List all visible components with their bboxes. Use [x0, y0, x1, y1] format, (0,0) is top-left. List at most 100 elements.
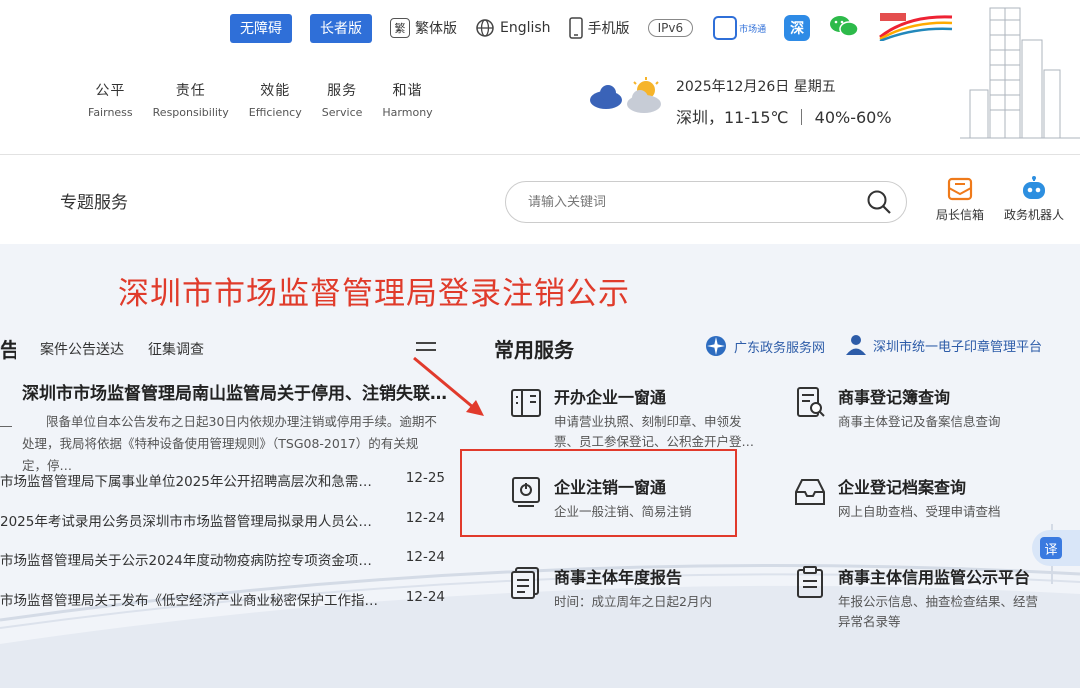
elder-mode-button[interactable]: 长者版	[310, 13, 372, 43]
service-desc: 网上自助查档、受理申请查档	[838, 504, 1001, 519]
news-item[interactable]: 市场监督管理局关于发布《低空经济产业商业秘密保护工作指… 12-24	[0, 589, 445, 609]
value-zh: 和谐	[392, 83, 423, 99]
tab-survey[interactable]: 征集调查	[148, 339, 204, 359]
service-desc: 申请营业执照、刻制印章、申领发票、员工参保登记、公积金开户登…	[554, 414, 755, 449]
value-en: Responsibility	[152, 106, 229, 119]
building-icon	[511, 389, 541, 417]
top-utility-bar: 无障碍 长者版 繁 繁体版 English 手机版 IPv6 市场通 深	[230, 12, 954, 44]
gd-gov-label: 广东政务服务网	[734, 340, 826, 356]
inbox-icon	[795, 479, 825, 505]
common-services-title: 常用服务	[494, 338, 574, 362]
value-item: 和谐 Harmony	[382, 80, 432, 119]
search-input[interactable]	[528, 194, 866, 210]
service-name[interactable]: 商事登记簿查询	[838, 384, 1001, 408]
news-title[interactable]: 市场监督管理局关于公示2024年度动物疫病防控专项资金项目…	[0, 549, 382, 569]
annotation-arrow	[413, 356, 484, 416]
news-item[interactable]: 2025年考试录用公务员深圳市市场监督管理局拟录用人员公示… 12-24	[0, 510, 445, 530]
search-bar	[505, 181, 907, 223]
skyline-illustration	[960, 7, 1080, 139]
service-name[interactable]: 商事主体信用监管公示平台	[838, 564, 1050, 588]
value-item: 效能 Efficiency	[249, 80, 302, 119]
director-mailbox-link[interactable]: 局长信箱	[936, 176, 984, 223]
header-divider	[0, 154, 1080, 155]
news-date: 12-25	[405, 470, 445, 486]
news-title[interactable]: 市场监督管理局关于发布《低空经济产业商业秘密保护工作指…	[0, 589, 382, 609]
user-icon	[846, 335, 866, 355]
value-item: 服务 Service	[322, 80, 363, 119]
translate-widget[interactable]: 译	[1032, 530, 1080, 566]
headline-link[interactable]: 深圳市市场监督管理局南山监管局关于停用、注销失联单…	[22, 379, 452, 404]
topic-services-label[interactable]: 专题服务	[60, 188, 128, 213]
traditional-icon: 繁	[390, 18, 410, 38]
e-seal-platform-link[interactable]: 深圳市统一电子印章管理平台	[845, 334, 1042, 356]
page: 无障碍 长者版 繁 繁体版 English 手机版 IPv6 市场通 深 公平 F…	[0, 0, 1080, 688]
value-item: 责任 Responsibility	[153, 80, 229, 119]
english-link[interactable]: English	[475, 18, 551, 38]
service-open-business[interactable]: 开办企业一窗通申请营业执照、刻制印章、申领发票、员工参保登记、公积金开户登…	[508, 384, 768, 452]
weather-date: 2025年12月26日 星期五	[676, 79, 836, 95]
ipv6-badge: IPv6	[647, 19, 694, 37]
annotation-banner-title: 深圳市市场监督管理局登录注销公示	[118, 276, 630, 312]
service-name[interactable]: 商事主体年度报告	[554, 564, 712, 588]
shichangtong-icon	[713, 16, 738, 40]
search-icon[interactable]	[866, 189, 892, 215]
weather-icons	[588, 76, 668, 120]
accessible-button[interactable]: 无障碍	[230, 13, 292, 43]
shichangtong-label: 市场通	[739, 24, 767, 35]
service-desc: 年报公示信息、抽查检查结果、经营异常名录等	[838, 594, 1039, 629]
news-title[interactable]: 2025年考试录用公务员深圳市市场监督管理局拟录用人员公示…	[0, 510, 382, 530]
news-tabs: 告 案件公告送达 征集调查	[0, 334, 228, 363]
shen-app-icon[interactable]: 深	[784, 15, 811, 41]
globe-icon	[476, 19, 494, 37]
mobile-link[interactable]: 手机版	[568, 17, 630, 39]
service-registry-query[interactable]: 商事登记簿查询商事主体登记及备案信息查询	[792, 384, 1062, 432]
news-date: 12-24	[405, 589, 445, 605]
mailbox-icon	[947, 177, 973, 201]
cloud-icon	[590, 77, 661, 113]
traditional-label: 繁体版	[415, 21, 457, 37]
tab-case-notice[interactable]: 案件公告送达	[40, 339, 124, 359]
value-en: Service	[321, 106, 363, 119]
wechat-icon[interactable]	[828, 13, 860, 43]
news-date: 12-24	[405, 510, 445, 526]
notice-tab-title[interactable]: 告	[0, 334, 16, 363]
service-archive-query[interactable]: 企业登记档案查询网上自助查档、受理申请查档	[792, 474, 1062, 522]
robot-label: 政务机器人	[1004, 208, 1065, 222]
robot-icon	[1023, 176, 1045, 199]
service-credit-platform[interactable]: 商事主体信用监管公示平台年报公示信息、抽查检查结果、经营异常名录等	[792, 564, 1062, 632]
service-desc: 时间：成立周年之日起2月内	[554, 594, 712, 609]
service-desc: 商事主体登记及备案信息查询	[838, 414, 1001, 429]
value-en: Fairness	[88, 106, 133, 119]
value-en: Efficiency	[248, 106, 302, 119]
mailbox-label: 局长信箱	[936, 208, 985, 222]
report-icon	[511, 567, 539, 599]
gov-robot-link[interactable]: 政务机器人	[1004, 176, 1064, 223]
shenzhen-logo-icon[interactable]	[878, 11, 954, 45]
weather-widget: 2025年12月26日 星期五 深圳，11-15℃ ｜ 40%-60%	[588, 76, 892, 128]
value-zh: 服务	[327, 83, 358, 99]
value-zh: 公平	[95, 83, 126, 99]
phone-icon	[568, 17, 583, 39]
value-zh: 效能	[260, 83, 291, 99]
translate-icon: 译	[1040, 537, 1062, 559]
value-zh: 责任	[175, 83, 206, 99]
traditional-chinese-link[interactable]: 繁 繁体版	[390, 18, 457, 38]
weather-summary: 深圳，11-15℃ ｜ 40%-60%	[676, 108, 892, 127]
service-name[interactable]: 企业登记档案查询	[838, 474, 1001, 498]
news-item[interactable]: 市场监督管理局关于公示2024年度动物疫病防控专项资金项目… 12-24	[0, 549, 445, 569]
value-item: 公平 Fairness	[88, 80, 133, 119]
news-item[interactable]: 市场监督管理局下属事业单位2025年公开招聘高层次和急需紧… 12-25	[0, 470, 445, 490]
annotation-highlight-box	[460, 449, 737, 537]
summary-text: 限备单位自本公告发布之日起30日内依规办理注销或停用手续。逾期不处理，我局将依据…	[22, 414, 437, 473]
mobile-label: 手机版	[587, 21, 630, 37]
news-title[interactable]: 市场监督管理局下属事业单位2025年公开招聘高层次和急需紧…	[0, 470, 382, 490]
summary-dash	[0, 426, 12, 427]
news-date: 12-24	[405, 549, 445, 565]
guangdong-gov-link[interactable]: 广东政务服务网	[704, 334, 825, 358]
service-name[interactable]: 开办企业一窗通	[554, 384, 764, 408]
e-seal-label: 深圳市统一电子印章管理平台	[873, 339, 1043, 355]
english-label: English	[500, 20, 551, 36]
value-en: Harmony	[382, 106, 433, 119]
service-annual-report[interactable]: 商事主体年度报告时间：成立周年之日起2月内	[508, 564, 768, 612]
shichangtong-link[interactable]: 市场通	[713, 16, 766, 40]
